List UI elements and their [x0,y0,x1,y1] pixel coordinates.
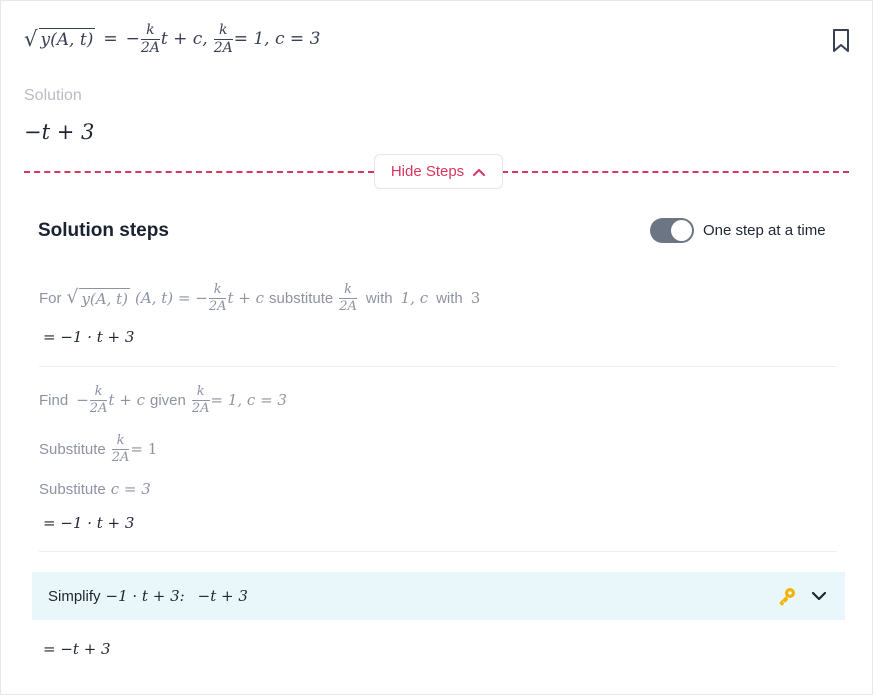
sqrt-expression: √ y(A, t) [24,26,96,52]
step1-word-for: For [39,289,62,307]
key-icon[interactable] [777,586,797,606]
dashed-divider-left [24,171,374,173]
fraction-k-over-2a: k 2A [140,22,160,56]
simplify-result: = −t + 3 [43,640,111,658]
step2-sub-b-expr: c = 3 [110,480,151,498]
step2-minus: − [76,391,89,410]
bookmark-icon[interactable] [830,28,852,54]
step1-value-2: 3 [470,289,481,308]
hide-steps-button[interactable]: Hide Steps [374,154,503,189]
solution-card: √ y(A, t) = − k 2A t + c, k 2A = 1, c = … [0,0,873,695]
simplify-expr: −1 · t + 3: [105,587,185,605]
step2-find-fraction: k 2A [89,384,108,416]
step1-word-substitute: substitute [269,289,334,307]
step2-given-tail: = 1, c = 3 [210,391,287,410]
sqrt-argument: y(A, t) [38,28,96,51]
step1-expr-tail: t + c [227,289,265,308]
fraction-k-over-2a-condition: k 2A [213,22,233,56]
simplify-text: Simplify −1 · t + 3: −t + 3 [48,587,248,605]
step2-sub-a-tail: = 1 [130,440,158,459]
step2-substitute-a: Substitute k 2A = 1 [39,434,157,464]
step2-sub-b-word: Substitute [39,480,106,498]
step1-fraction: k 2A [208,282,227,314]
hide-steps-label: Hide Steps [390,163,465,180]
solution-steps-title: Solution steps [38,220,169,241]
step2-sub-a-fraction: k 2A [111,433,130,465]
step2-result: = −1 · t + 3 [43,514,135,532]
one-step-toggle-label: One step at a time [703,222,826,239]
solution-label: Solution [24,87,82,104]
condition-tail: = 1, c = 3 [233,29,321,50]
step-divider-2 [39,551,837,552]
step2-find-tail: t + c [108,391,145,410]
step1-value-1: 1, c [400,289,429,308]
expression-tail: t + c, [160,29,208,50]
chevron-down-icon[interactable] [811,590,827,602]
step2-word-given: given [149,391,186,409]
step1-expr-mid: (A, t) = − [135,289,208,308]
solution-value: −t + 3 [24,120,95,144]
step1-word-with-2: with [436,289,463,307]
dashed-divider-right [502,171,849,173]
toggle-knob [671,220,692,241]
step1-sub-fraction: k 2A [339,282,357,314]
step2-given-fraction: k 2A [191,384,210,416]
step1-result: = −1 · t + 3 [43,328,135,346]
equals-sign: = [103,29,118,50]
minus-sign: − [125,29,140,50]
step2-word-find: Find [39,391,69,409]
simplify-word: Simplify [48,587,101,605]
chevron-up-icon [473,168,486,176]
step1-description: For √ y(A, t) (A, t) = − k 2A t + c subs… [39,283,480,313]
step2-description: Find − k 2A t + c given k 2A = 1, c = 3 [39,385,287,415]
step2-sub-a-word: Substitute [39,440,106,458]
step1-sqrt: √ y(A, t) [66,287,131,309]
simplify-step-row[interactable]: Simplify −1 · t + 3: −t + 3 [32,572,845,620]
step1-word-with-1: with [365,289,393,307]
step2-substitute-b: Substitute c = 3 [39,480,151,498]
simplify-answer: −t + 3 [197,587,248,605]
one-step-toggle[interactable] [650,218,694,243]
step-divider-1 [39,366,837,367]
problem-expression: √ y(A, t) = − k 2A t + c, k 2A = 1, c = … [24,23,320,55]
